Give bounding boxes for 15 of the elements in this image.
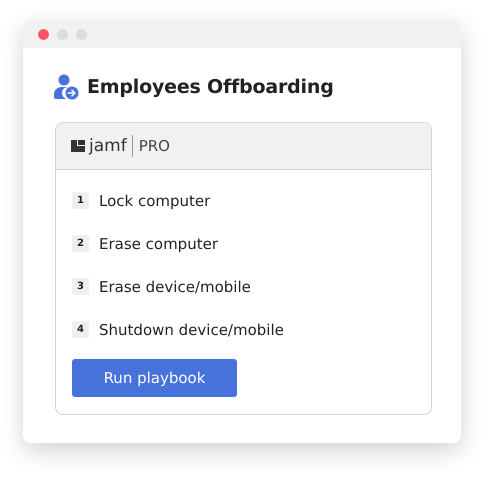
step-label: Erase device/mobile	[99, 278, 251, 296]
step-label: Erase computer	[99, 234, 218, 252]
run-playbook-button[interactable]: Run playbook	[72, 359, 237, 397]
product-name: PRO	[138, 137, 170, 155]
brand-name: jamf	[89, 135, 133, 157]
step-number: 3	[72, 278, 89, 295]
step-label: Lock computer	[99, 192, 210, 210]
close-icon[interactable]	[38, 28, 49, 40]
step-number: 2	[72, 235, 89, 252]
step-label: Shutdown device/mobile	[99, 320, 284, 338]
page-title: Employees Offboarding	[87, 76, 334, 98]
step-number: 1	[72, 192, 89, 209]
user-arrow-icon	[53, 74, 79, 100]
logo-icon	[71, 140, 85, 152]
step-number: 4	[72, 321, 89, 338]
